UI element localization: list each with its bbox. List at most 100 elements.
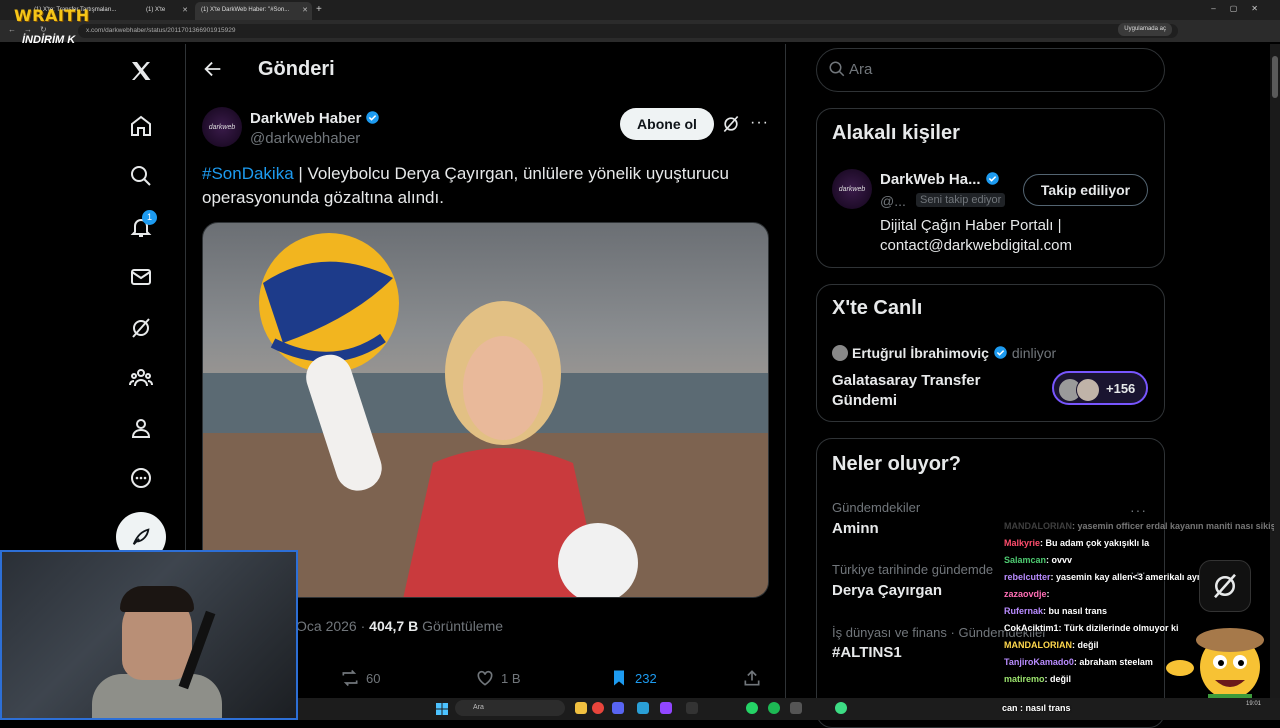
- open-in-app-button[interactable]: Uygulamada aç: [1118, 23, 1172, 36]
- post-more-icon[interactable]: ···: [750, 114, 769, 132]
- new-tab-icon[interactable]: +: [316, 4, 322, 15]
- host-name: Ertuğrul İbrahimoviç: [852, 345, 989, 361]
- like-button[interactable]: 1 B: [475, 668, 521, 688]
- browser-tab-bar: (1) X'te: Transfer Tartışmaları... (1) X…: [0, 0, 1280, 20]
- related-handle[interactable]: @...: [880, 193, 906, 209]
- messages-icon[interactable]: [126, 262, 156, 292]
- home-icon[interactable]: [126, 111, 156, 141]
- avatar-text: darkweb: [208, 123, 236, 131]
- chat-text: : yasemin kay allen<3 amerikalı aynası: [1050, 572, 1215, 582]
- share-button[interactable]: [742, 668, 762, 688]
- app-icon[interactable]: [686, 702, 698, 714]
- author-handle[interactable]: @darkwebhaber: [250, 130, 360, 147]
- app-icon[interactable]: [835, 702, 847, 714]
- app-icon[interactable]: [790, 702, 802, 714]
- chat-text: : abraham steelam: [1073, 657, 1153, 667]
- scrollbar-thumb[interactable]: [1272, 56, 1278, 98]
- search-icon[interactable]: [126, 161, 156, 191]
- related-name[interactable]: DarkWeb Ha...: [880, 171, 1000, 188]
- related-avatar[interactable]: darkweb: [832, 169, 872, 209]
- post-text: #SonDakika | Voleybolcu Derya Çayırgan, …: [202, 162, 772, 210]
- volleyball-player-photo: [203, 233, 768, 597]
- author-name-text: DarkWeb Haber: [250, 110, 362, 127]
- bookmark-icon: [614, 670, 624, 686]
- taskbar-search[interactable]: Ara: [455, 700, 565, 716]
- feather-icon: [132, 528, 150, 545]
- profile-icon[interactable]: [126, 413, 156, 443]
- x-logo-icon[interactable]: [126, 56, 156, 86]
- following-button[interactable]: Takip ediliyor: [1023, 174, 1148, 206]
- post-date[interactable]: Oca 2026: [296, 618, 357, 634]
- chat-message: Malkyrie: Bu adam çok yakışıklı la: [1004, 535, 1274, 552]
- chat-username: MANDALORIAN: [1004, 640, 1072, 650]
- grok-explain-icon[interactable]: [721, 114, 741, 134]
- tab-label: (1) X'te DarkWeb Haber: "#Son...: [201, 7, 290, 13]
- discord-icon[interactable]: [612, 702, 624, 714]
- spotify-icon[interactable]: [768, 702, 780, 714]
- trend-item[interactable]: #ALTINS1: [832, 644, 902, 661]
- twitch-icon[interactable]: [660, 702, 672, 714]
- listeners-pill[interactable]: +156: [1052, 371, 1148, 405]
- author-name[interactable]: DarkWeb Haber: [250, 110, 380, 127]
- bookmark-button[interactable]: 232: [609, 668, 657, 688]
- trend-item[interactable]: Aminn: [832, 520, 879, 537]
- live-host: Ertuğrul İbrahimoviç dinliyor: [852, 345, 1056, 361]
- author-avatar[interactable]: darkweb: [202, 107, 242, 147]
- avatar-text: darkweb: [838, 185, 866, 193]
- nav-arrows-icon[interactable]: ←→↻: [8, 25, 55, 34]
- webcam-person-body: [92, 674, 222, 718]
- emote-sticker: [1166, 628, 1264, 712]
- space-title[interactable]: Galatasaray Transfer Gündemi: [832, 371, 1032, 411]
- grok-floating-button[interactable]: [1199, 560, 1251, 612]
- chat-username: zazaovdje: [1004, 589, 1047, 599]
- related-name-text: DarkWeb Ha...: [880, 171, 981, 188]
- search-icon: [828, 60, 846, 78]
- communities-icon[interactable]: [126, 363, 156, 393]
- address-bar: ←→↻ x.com/darkwebhaber/status/2011701366…: [0, 20, 1280, 42]
- chat-text: : ovvv: [1046, 555, 1073, 565]
- bookmark-count: 232: [635, 670, 657, 686]
- grok-icon[interactable]: [126, 313, 156, 343]
- retweet-button[interactable]: 60: [340, 668, 380, 688]
- trend-more-icon[interactable]: ···: [1130, 502, 1147, 518]
- hashtag-link[interactable]: #SonDakika: [202, 164, 294, 183]
- browser-tab-3[interactable]: (1) X'te DarkWeb Haber: "#Son... ✕: [195, 2, 312, 20]
- whatsapp-icon[interactable]: [746, 702, 758, 714]
- retweet-count: 60: [366, 670, 381, 686]
- like-count: 1 B: [501, 670, 521, 686]
- grok-icon: [1214, 573, 1236, 599]
- open-in-app-label: Uygulamada aç: [1124, 26, 1166, 32]
- close-tab-icon[interactable]: ✕: [182, 6, 188, 14]
- listening-label: dinliyor: [1011, 345, 1057, 361]
- chat-bottom-line: can : nasıl trans: [1002, 703, 1071, 713]
- post-meta: Oca 2026 · 404,7 B Görüntüleme: [296, 618, 504, 634]
- stream-brand-logo: WRAITH: [14, 6, 90, 25]
- views-label: Görüntüleme: [422, 618, 504, 634]
- notification-badge: 1: [142, 210, 157, 225]
- windows-start-icon[interactable]: [436, 702, 448, 715]
- trend-item[interactable]: Derya Çayırgan: [832, 582, 942, 599]
- close-tab-icon[interactable]: ✕: [302, 6, 308, 14]
- trends-title: Neler oluyor?: [832, 453, 961, 475]
- file-explorer-icon[interactable]: [575, 702, 587, 714]
- chat-username: CokAciktim1: [1004, 623, 1059, 633]
- share-icon: [744, 670, 760, 686]
- listener-count: +156: [1106, 381, 1136, 396]
- browser-tab-2[interactable]: (1) X'te ✕: [140, 2, 192, 20]
- chat-text: : bu nasıl trans: [1043, 606, 1108, 616]
- trend-context: Türkiye tarihinde gündemde: [832, 562, 994, 577]
- chat-username: Salamcan: [1004, 555, 1047, 565]
- chat-username: rebelcutter: [1004, 572, 1051, 582]
- app-icon[interactable]: [637, 702, 649, 714]
- heart-icon: [477, 670, 493, 686]
- more-options-icon[interactable]: [126, 463, 156, 493]
- chrome-icon[interactable]: [592, 702, 604, 714]
- post-image[interactable]: [202, 222, 769, 598]
- subscribe-button[interactable]: Abone ol: [620, 108, 714, 140]
- chat-text: : değil: [1044, 674, 1072, 684]
- window-controls[interactable]: –▢✕: [1211, 4, 1272, 13]
- back-arrow-icon[interactable]: [202, 58, 224, 80]
- chat-username: TanjiroKamado0: [1004, 657, 1074, 667]
- taskbar-clock: 19:01: [1246, 701, 1262, 707]
- url-field[interactable]: x.com/darkwebhaber/status/20117013669019…: [78, 24, 1178, 38]
